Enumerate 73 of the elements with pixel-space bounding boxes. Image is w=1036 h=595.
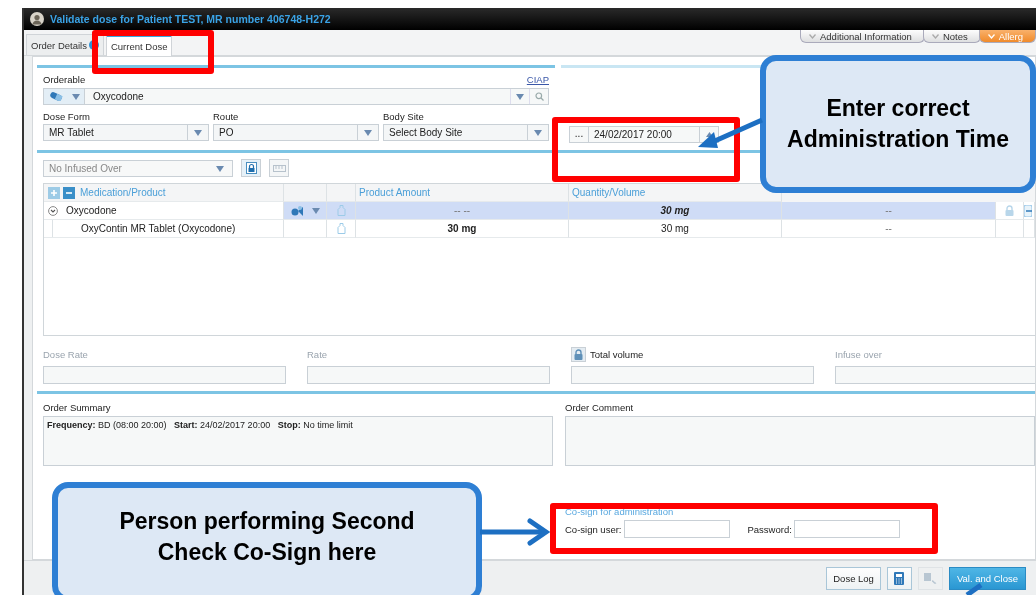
dropdown[interactable]: PO <box>213 124 379 141</box>
chevron-icon <box>931 33 939 39</box>
table-cell: 30 mg <box>356 220 569 238</box>
caret-icon <box>516 93 524 100</box>
bottle-icon <box>336 223 346 234</box>
input-field[interactable] <box>623 520 730 538</box>
transfer-button[interactable] <box>917 566 943 590</box>
caret-icon <box>71 93 80 100</box>
comment-field[interactable] <box>565 416 1035 466</box>
table-cell: OxyContin MR Tablet (Oxycodone) <box>81 223 236 234</box>
calculator-button[interactable] <box>886 566 912 590</box>
lock-button[interactable] <box>241 159 261 177</box>
password-field[interactable] <box>793 520 900 538</box>
table-cell: -- -- <box>356 202 569 220</box>
callout-text: Enter correct Administration Time <box>786 94 1010 154</box>
search-icon <box>534 92 544 101</box>
field-label: Order Comment <box>565 402 635 413</box>
field-label: Dose Form <box>43 111 91 122</box>
panel-tab[interactable]: Additional Information <box>800 30 925 43</box>
datetime-field[interactable]: ... 24/02/2017 20:00 <box>569 126 719 143</box>
table-cell: -- <box>782 202 996 220</box>
dropdown[interactable]: MR Tablet <box>43 124 209 141</box>
table-cell: 30 mg <box>569 202 782 220</box>
calculator-icon <box>894 571 905 585</box>
field-label: Rate <box>307 348 328 360</box>
field-label: Co-sign user: <box>565 523 622 535</box>
panel-tab[interactable]: Notes <box>922 30 981 43</box>
field-label: Orderable <box>43 74 86 85</box>
ruler-button[interactable] <box>269 159 289 177</box>
bottle-icon <box>336 205 346 216</box>
table-cell: 30 mg <box>569 220 782 238</box>
caret-icon <box>364 129 372 136</box>
expand-icon[interactable] <box>48 186 60 199</box>
dose-log-button[interactable]: Dose Log <box>826 566 881 590</box>
ruler-icon <box>272 164 286 172</box>
lock-button[interactable] <box>571 346 586 362</box>
callout-text: Person performing Second Check Co-Sign here <box>118 507 416 567</box>
lock-icon <box>574 348 583 360</box>
field-label: Total volume <box>590 348 644 360</box>
field-label: Order Summary <box>43 402 112 413</box>
avatar-icon <box>30 12 44 26</box>
input-field[interactable] <box>307 366 550 384</box>
field-label: Password: <box>747 523 792 535</box>
table-cell: Oxycodone <box>66 205 117 216</box>
field-label: Route <box>213 111 240 122</box>
input-field[interactable] <box>571 366 814 384</box>
orderable-field[interactable]: Oxycodone <box>43 88 549 105</box>
arrow <box>480 517 550 547</box>
summary-text: Frequency: BD (08:00 20:00) Start: 24/02/2017 20:00 Stop: No time limit <box>47 420 353 430</box>
chevron-icon <box>809 33 816 39</box>
input-field[interactable] <box>43 366 286 384</box>
pill-icon <box>48 92 63 101</box>
field-label: Body Site <box>383 111 425 122</box>
window-title: Validate dose for Patient TEST, MR number 406748-H272 <box>50 13 331 25</box>
field-label: Infuse over <box>835 348 882 360</box>
caret-icon <box>216 165 224 172</box>
lock-icon <box>245 162 257 174</box>
lock-icon <box>1005 205 1014 216</box>
transfer-icon <box>923 571 938 585</box>
caret-icon <box>534 129 542 136</box>
browse-button[interactable]: ... <box>570 127 589 142</box>
caret-icon <box>194 129 202 136</box>
nurse-icon[interactable] <box>290 205 304 216</box>
table-cell: -- <box>782 220 996 238</box>
input-field[interactable] <box>835 366 1035 384</box>
expand-toggle-icon[interactable] <box>48 205 58 216</box>
dropdown[interactable]: Select Body Site <box>383 124 549 141</box>
collapse-icon[interactable] <box>63 186 75 199</box>
caret-icon <box>312 207 320 214</box>
link[interactable]: CIAP <box>526 74 549 85</box>
tab[interactable]: Current Dose <box>105 34 173 56</box>
chevron-icon <box>987 33 995 39</box>
field-label: Dose Rate <box>43 348 88 360</box>
